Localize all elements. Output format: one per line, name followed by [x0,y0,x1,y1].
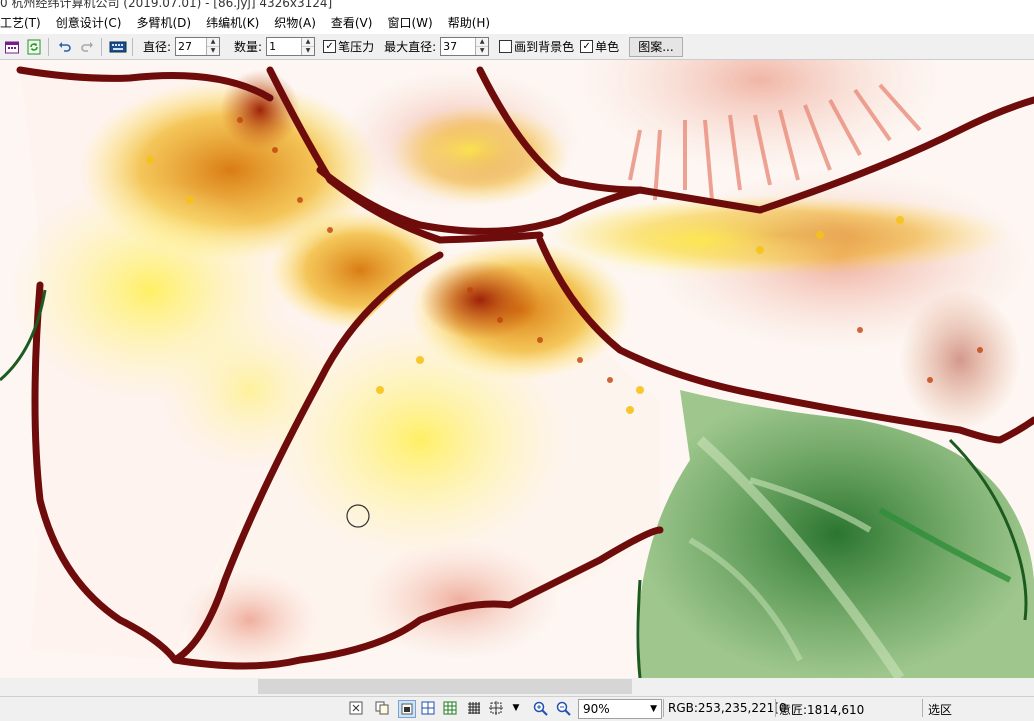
grid-blue-icon[interactable] [420,700,436,716]
diameter-down-arrow-icon[interactable]: ▼ [207,47,220,55]
menu-item-window[interactable]: 窗口(W) [379,12,439,34]
menu-bar: 工艺(T) 创意设计(C) 多臂机(D) 纬编机(K) 织物(A) 查看(V) … [0,12,1034,34]
count-input[interactable] [267,39,302,54]
fine-grid-icon[interactable] [466,700,482,716]
dropdown-arrow-icon[interactable]: ▼ [508,700,524,716]
menu-item-fabric[interactable]: 织物(A) [266,12,323,34]
pattern-button[interactable]: 图案... [629,36,683,57]
menu-item-help[interactable]: 帮助(H) [440,12,497,34]
zoom-value: 90% [583,702,610,716]
menu-item-process[interactable]: 工艺(T) [0,12,48,34]
zoom-select[interactable]: 90% ▼ [578,699,662,719]
cursor-position: 意匠:1814,610 [779,703,865,717]
empty-checkbox-icon[interactable] [499,40,513,53]
checkmark-icon[interactable]: ✓ [580,40,594,53]
undo-icon[interactable] [55,37,75,57]
keyboard-icon[interactable] [108,37,128,57]
horizontal-scrollbar[interactable] [0,678,1034,695]
max-diameter-up-arrow-icon[interactable]: ▲ [476,38,489,47]
diameter-up-arrow-icon[interactable]: ▲ [207,38,220,47]
zoom-out-icon[interactable] [555,700,571,716]
menu-item-dobby[interactable]: 多臂机(D) [128,12,198,34]
mono-color-label: 单色 [595,40,620,54]
scrollbar-thumb[interactable] [258,679,632,694]
toolbar-separator [132,37,133,56]
chevron-down-icon: ▼ [650,704,657,714]
brush-toolbar: 直径: ▲▼ 数量: ▲▼ ✓ 笔压力 最大直径: ▲▼ 画到背景色 ✓ 单色 … [0,34,1034,60]
drawing-canvas[interactable] [0,60,1034,678]
active-view-icon[interactable] [398,700,416,718]
max-diameter-down-arrow-icon[interactable]: ▼ [476,47,489,55]
mode-indicator: 选区 [928,703,953,717]
toolbar-separator [101,37,102,56]
refresh-icon[interactable] [24,37,44,57]
pen-pressure-checkbox[interactable]: ✓ 笔压力 [323,38,374,55]
crosshair-grid-icon[interactable] [488,700,504,716]
rgb-readout: RGB:253,235,221[0 [668,701,787,715]
max-diameter-label: 最大直径: [384,40,437,54]
menu-item-view[interactable]: 查看(V) [323,12,380,34]
toolbar-separator [48,37,49,56]
copy-page-icon[interactable] [374,700,390,716]
pen-pressure-label: 笔压力 [338,40,375,54]
count-up-arrow-icon[interactable]: ▲ [302,38,315,47]
diameter-label: 直径: [143,40,172,54]
status-divider [663,699,664,717]
grid-green-icon[interactable] [442,700,458,716]
menu-item-weft-knitting[interactable]: 纬编机(K) [198,12,266,34]
zoom-in-icon[interactable] [532,700,548,716]
window-title: 0 杭州经纬计算机公司 (2019.07.01) - [86.jyj] 4326… [0,0,333,10]
status-divider [922,699,923,717]
zoom-to-fit-icon[interactable] [348,700,364,716]
count-down-arrow-icon[interactable]: ▼ [302,47,315,55]
count-stepper[interactable]: ▲▼ [266,37,316,56]
mono-color-checkbox[interactable]: ✓ 单色 [580,38,619,55]
diameter-stepper[interactable]: ▲▼ [175,37,221,56]
menu-item-creative-design[interactable]: 创意设计(C) [48,12,129,34]
status-divider [775,699,776,717]
draw-to-background-checkbox[interactable]: 画到背景色 [499,38,574,55]
max-diameter-stepper[interactable]: ▲▼ [440,37,490,56]
calendar-icon[interactable] [2,37,22,57]
title-bar: 0 杭州经纬计算机公司 (2019.07.01) - [86.jyj] 4326… [0,0,1034,12]
draw-to-background-label: 画到背景色 [514,40,575,54]
max-diameter-input[interactable] [441,39,476,54]
flower-artwork [0,60,1034,678]
redo-icon[interactable] [77,37,97,57]
status-bar: ▼ 90% ▼ RGB:253,235,221[0 意匠:1814,610 选区 [0,696,1034,721]
checkmark-icon[interactable]: ✓ [323,40,337,53]
count-label: 数量: [234,40,263,54]
diameter-input[interactable] [176,39,207,54]
